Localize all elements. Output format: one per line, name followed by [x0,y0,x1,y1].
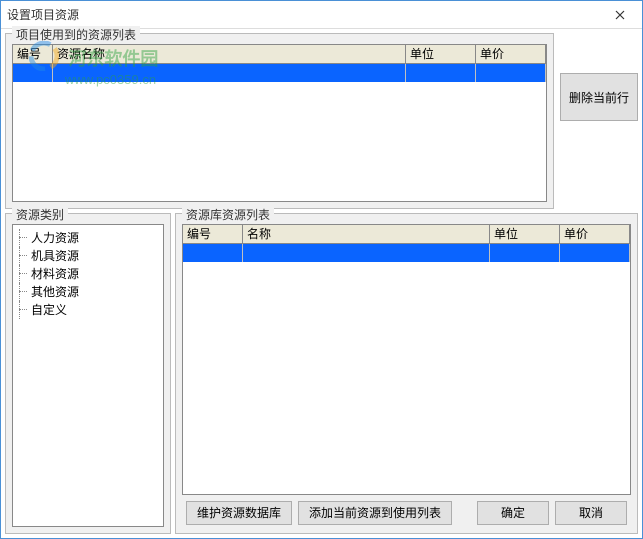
col-unit[interactable]: 单位 [406,45,476,63]
ok-button[interactable]: 确定 [477,501,549,525]
library-legend: 资源库资源列表 [182,206,274,223]
category-group: 资源类别 人力资源 机具资源 材料资源 其他资源 自定义 [5,213,171,534]
table-row[interactable] [13,64,546,82]
col-unit[interactable]: 单位 [490,225,560,243]
add-to-use-button[interactable]: 添加当前资源到使用列表 [298,501,452,525]
used-resources-group: 项目使用到的资源列表 编号 资源名称 单位 单价 [5,33,554,209]
titlebar: 设置项目资源 [1,1,642,29]
top-area: 项目使用到的资源列表 编号 资源名称 单位 单价 [5,33,638,209]
library-grid[interactable]: 编号 名称 单位 单价 [182,224,631,495]
dialog-body: 河东软件园 www.pc0359.cn 项目使用到的资源列表 编号 资源名称 单… [1,29,642,538]
used-grid-header: 编号 资源名称 单位 单价 [13,45,546,64]
tree-node[interactable]: 材料资源 [17,265,159,283]
tree-node[interactable]: 人力资源 [17,229,159,247]
used-resources-legend: 项目使用到的资源列表 [12,26,140,43]
side-button-column: 删除当前行 [560,33,638,209]
maintain-db-button[interactable]: 维护资源数据库 [186,501,292,525]
used-resources-grid[interactable]: 编号 资源名称 单位 单价 [12,44,547,202]
tree-node[interactable]: 机具资源 [17,247,159,265]
delete-current-row-button[interactable]: 删除当前行 [560,73,638,121]
window-title: 设置项目资源 [7,6,604,23]
tree-node[interactable]: 其他资源 [17,283,159,301]
table-row[interactable] [183,244,630,262]
col-name[interactable]: 资源名称 [53,45,406,63]
library-footer-buttons: 维护资源数据库 添加当前资源到使用列表 确定 取消 [182,495,631,527]
category-legend: 资源类别 [12,206,68,223]
col-price[interactable]: 单价 [560,225,630,243]
category-tree[interactable]: 人力资源 机具资源 材料资源 其他资源 自定义 [12,224,164,527]
bottom-area: 资源类别 人力资源 机具资源 材料资源 其他资源 自定义 资源库资源列表 编号 … [5,213,638,534]
col-id[interactable]: 编号 [183,225,243,243]
dialog-window: 设置项目资源 河东软件园 www.pc0359.cn 项目使用到的资源列表 [0,0,643,539]
col-id[interactable]: 编号 [13,45,53,63]
library-grid-header: 编号 名称 单位 单价 [183,225,630,244]
col-price[interactable]: 单价 [476,45,546,63]
cancel-button[interactable]: 取消 [555,501,627,525]
col-name[interactable]: 名称 [243,225,490,243]
close-icon [615,10,625,20]
library-group: 资源库资源列表 编号 名称 单位 单价 [175,213,638,534]
close-button[interactable] [604,4,636,26]
tree-node[interactable]: 自定义 [17,301,159,319]
